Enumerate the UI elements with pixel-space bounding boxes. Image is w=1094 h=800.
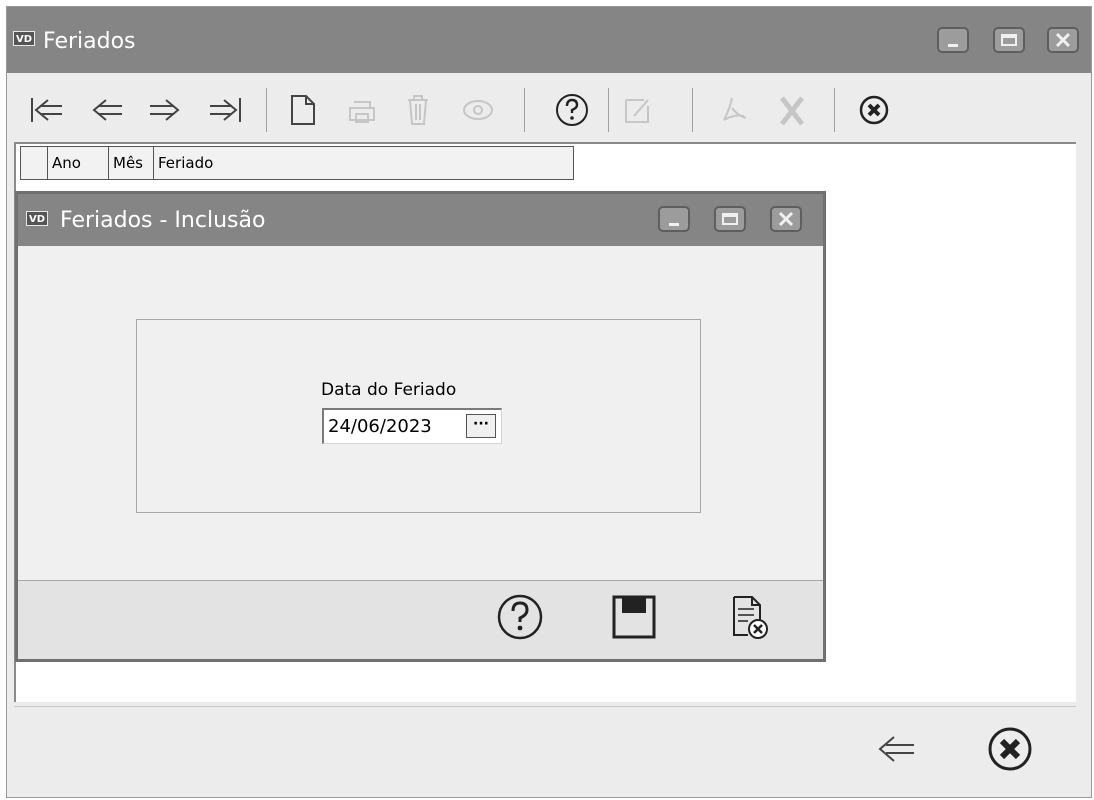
column-header-ano[interactable]: Ano bbox=[48, 147, 109, 179]
inclusion-dialog: VD Feriados - Inclusão Data do Feriado 2… bbox=[15, 191, 826, 662]
dialog-titlebar[interactable]: VD Feriados - Inclusão bbox=[18, 194, 823, 246]
maximize-icon bbox=[1001, 34, 1017, 46]
close-window-button[interactable] bbox=[1047, 27, 1079, 53]
cancel-button[interactable] bbox=[722, 591, 774, 643]
maximize-icon bbox=[722, 213, 738, 225]
toolbar-separator bbox=[834, 88, 835, 132]
close-button[interactable] bbox=[850, 86, 898, 134]
edit-icon bbox=[625, 99, 649, 123]
bottom-bar bbox=[14, 706, 1076, 790]
excel-button[interactable] bbox=[768, 86, 816, 134]
dialog-maximize-button[interactable] bbox=[714, 206, 746, 232]
field-group: Data do Feriado 24/06/2023 ··· bbox=[136, 319, 701, 513]
toolbar-separator bbox=[608, 88, 609, 132]
date-picker-button[interactable]: ··· bbox=[466, 414, 496, 438]
first-record-button[interactable] bbox=[22, 86, 70, 134]
main-titlebar[interactable]: VD Feriados bbox=[7, 7, 1091, 73]
close-circle-icon bbox=[988, 727, 1032, 771]
previous-record-button[interactable] bbox=[82, 86, 130, 134]
toolbar-separator bbox=[692, 88, 693, 132]
back-button[interactable] bbox=[868, 725, 920, 773]
column-header-feriado[interactable]: Feriado bbox=[154, 147, 573, 179]
dialog-logo: VD bbox=[26, 211, 48, 226]
print-button[interactable] bbox=[338, 86, 386, 134]
next-record-icon bbox=[150, 99, 180, 121]
excel-icon bbox=[780, 96, 804, 126]
date-field[interactable]: 24/06/2023 ··· bbox=[322, 408, 502, 444]
minimize-icon bbox=[669, 223, 679, 226]
dialog-body: Data do Feriado 24/06/2023 ··· bbox=[18, 246, 823, 580]
view-button[interactable] bbox=[454, 86, 502, 134]
dialog-close-button[interactable] bbox=[770, 206, 802, 232]
exit-button[interactable] bbox=[982, 721, 1038, 777]
last-record-icon bbox=[210, 98, 241, 122]
toolbar bbox=[8, 78, 1074, 142]
dialog-help-button[interactable] bbox=[494, 591, 546, 643]
first-record-icon bbox=[31, 98, 62, 122]
date-field-label: Data do Feriado bbox=[321, 380, 457, 400]
cancel-document-icon bbox=[733, 596, 768, 639]
help-icon bbox=[497, 594, 543, 640]
next-record-button[interactable] bbox=[142, 86, 190, 134]
grid-header: Ano Mês Feriado bbox=[20, 146, 574, 180]
dialog-title: Feriados - Inclusão bbox=[60, 208, 266, 233]
column-header-mes[interactable]: Mês bbox=[109, 147, 154, 179]
close-icon bbox=[859, 95, 889, 125]
edit-button[interactable] bbox=[614, 86, 662, 134]
dialog-footer bbox=[18, 580, 823, 659]
last-record-button[interactable] bbox=[202, 86, 250, 134]
minimize-button[interactable] bbox=[937, 27, 969, 53]
maximize-button[interactable] bbox=[993, 27, 1025, 53]
row-selector-header bbox=[21, 147, 48, 179]
close-x-icon bbox=[778, 211, 794, 227]
dialog-minimize-button[interactable] bbox=[658, 206, 690, 232]
print-icon bbox=[349, 101, 375, 123]
new-button[interactable] bbox=[278, 86, 326, 134]
window-title: Feriados bbox=[43, 29, 136, 54]
previous-record-icon bbox=[92, 99, 122, 121]
pdf-button[interactable] bbox=[710, 86, 758, 134]
help-button[interactable] bbox=[548, 86, 596, 134]
save-button[interactable] bbox=[608, 591, 660, 643]
delete-icon bbox=[408, 95, 428, 125]
help-icon bbox=[556, 94, 588, 126]
delete-button[interactable] bbox=[394, 86, 442, 134]
app-logo: VD bbox=[13, 31, 35, 46]
back-arrow-icon bbox=[878, 736, 914, 762]
toolbar-separator bbox=[266, 88, 267, 132]
new-document-icon bbox=[291, 95, 315, 125]
close-x-icon bbox=[1055, 32, 1071, 48]
save-icon bbox=[612, 595, 656, 639]
pdf-icon bbox=[723, 97, 747, 121]
toolbar-separator bbox=[524, 88, 525, 132]
minimize-icon bbox=[948, 44, 958, 47]
date-value[interactable]: 24/06/2023 bbox=[328, 416, 432, 437]
view-icon bbox=[463, 100, 493, 120]
